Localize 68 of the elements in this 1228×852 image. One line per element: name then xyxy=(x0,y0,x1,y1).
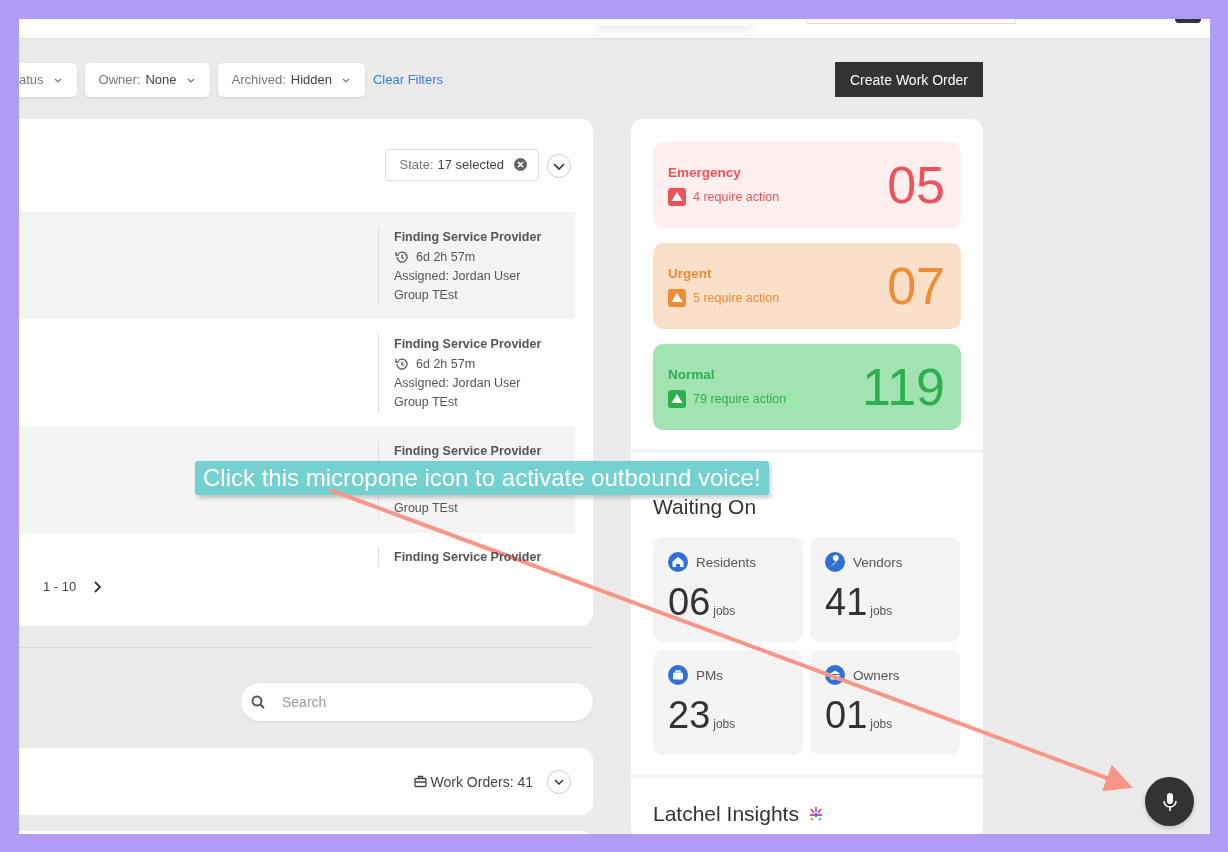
category-label: Vendors xyxy=(853,554,903,570)
priority-count: 07 xyxy=(887,260,945,312)
clear-filters-link[interactable]: Clear Filters xyxy=(372,72,444,87)
status-text: Finding Service Provider xyxy=(394,443,542,460)
warning-icon xyxy=(668,389,686,408)
filter-dropdown[interactable]: Archived: Hidden xyxy=(217,62,365,97)
status-text: Finding Service Provider xyxy=(394,228,542,246)
callout: Click this micropone icon to activate outbound voice! xyxy=(195,461,769,495)
waiting-tile[interactable]: Vendors 41 jobs xyxy=(810,537,960,642)
search-field[interactable]: Search xyxy=(280,693,534,711)
action-count: 4 require action xyxy=(693,189,780,204)
microphone-button[interactable] xyxy=(1145,777,1194,826)
job-count: 23 xyxy=(668,696,711,734)
elapsed-time: 6d 2h 57m xyxy=(416,355,476,373)
bank-icon xyxy=(825,665,845,685)
category-label: Owners xyxy=(853,667,900,683)
waiting-tile[interactable]: PMs 23 jobs xyxy=(653,650,803,755)
section-title: Latchel Insights xyxy=(653,802,799,826)
status-text: Finding Service Provider xyxy=(394,335,542,353)
assignee-text: Assigned: Jordan User xyxy=(394,267,522,285)
search-bar[interactable]: Search xyxy=(241,683,593,721)
group-text: Group TEst xyxy=(394,393,459,411)
chevron-down-icon xyxy=(553,777,565,786)
history-icon xyxy=(394,357,408,370)
group-text: Group TEst xyxy=(394,500,459,517)
category-label: Residents xyxy=(696,554,757,570)
job-count: 01 xyxy=(825,696,868,734)
create-work-order-button[interactable]: Create Work Order xyxy=(835,62,983,97)
expand-button[interactable] xyxy=(547,153,571,178)
action-count: 79 require action xyxy=(693,391,787,406)
expand-button[interactable] xyxy=(547,769,571,794)
warning-icon xyxy=(668,187,686,206)
category-label: PMs xyxy=(696,667,723,683)
search-icon xyxy=(251,695,265,709)
job-count: 41 xyxy=(825,583,868,621)
priority-label: Urgent xyxy=(668,265,713,281)
page-range: 1 - 10 xyxy=(43,579,77,594)
filter-dropdown[interactable]: Owner: None xyxy=(84,62,210,97)
section-title: Waiting On xyxy=(653,495,758,519)
unit-label: jobs xyxy=(713,604,736,618)
unit-label: jobs xyxy=(870,604,893,618)
assignee-text: Assigned: Jordan User xyxy=(394,374,522,392)
history-icon xyxy=(394,250,408,263)
priority-label: Normal xyxy=(668,366,716,382)
elapsed-time: 6d 2h 57m xyxy=(416,248,476,266)
state-filter[interactable]: State: 17 selected xyxy=(384,148,539,181)
chevron-down-icon xyxy=(552,160,566,171)
priority-count: 119 xyxy=(862,361,945,413)
briefcase-icon xyxy=(668,665,688,685)
filter-dropdown[interactable]: atus xyxy=(19,62,77,97)
group-text: Group TEst xyxy=(394,286,459,304)
waiting-tile[interactable]: Owners 01 jobs xyxy=(810,650,960,755)
warning-icon xyxy=(668,288,686,307)
priority-count: 05 xyxy=(887,159,945,211)
chevron-right-icon xyxy=(93,580,103,593)
priority-label: Emergency xyxy=(668,164,742,180)
wrench-icon xyxy=(825,552,845,572)
clear-icon xyxy=(514,158,527,171)
unit-label: jobs xyxy=(713,717,736,731)
microphone-icon xyxy=(1161,791,1178,812)
work-orders-count: Work Orders: 41 xyxy=(430,773,533,790)
next-page-button[interactable] xyxy=(93,580,103,593)
unit-label: jobs xyxy=(870,717,893,731)
action-count: 5 require action xyxy=(693,290,780,305)
waiting-tile[interactable]: Residents 06 jobs xyxy=(653,537,803,642)
briefcase-icon xyxy=(413,775,427,788)
job-count: 06 xyxy=(668,583,711,621)
house-icon xyxy=(668,552,688,572)
